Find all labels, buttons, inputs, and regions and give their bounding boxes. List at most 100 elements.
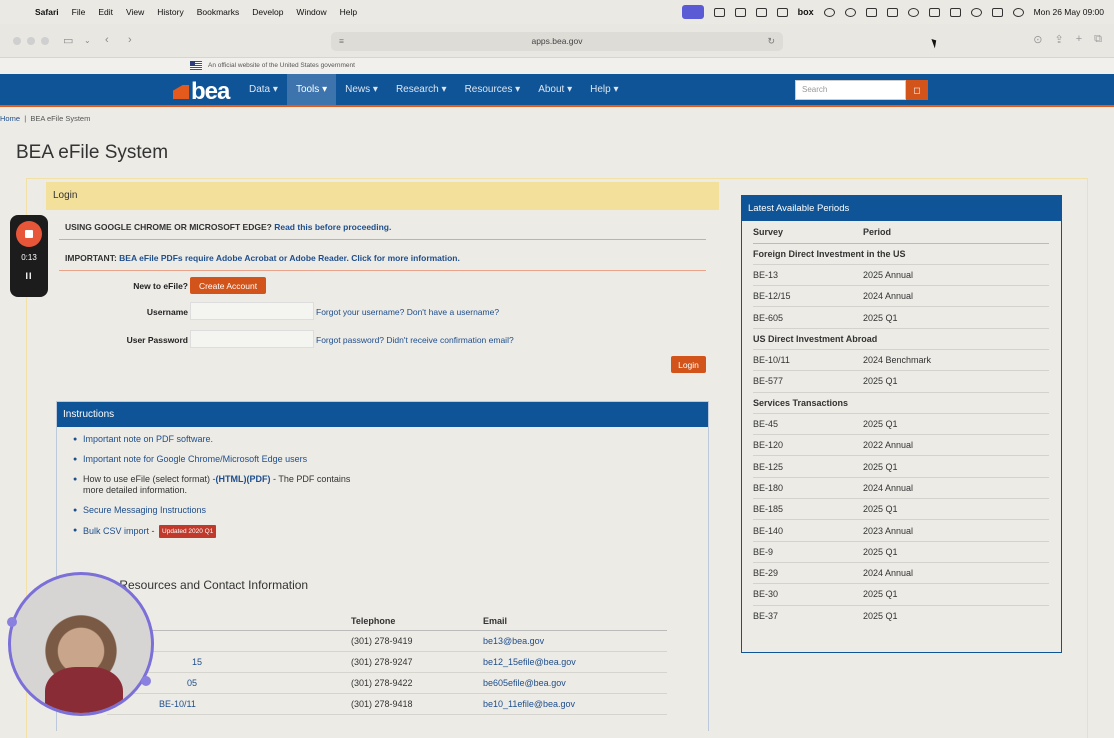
pause-icon[interactable]: II bbox=[10, 271, 48, 281]
share-icon[interactable]: ⇪ bbox=[1054, 33, 1063, 46]
menu-view[interactable]: View bbox=[126, 7, 144, 17]
create-account-button[interactable]: Create Account bbox=[190, 277, 266, 294]
url-text: apps.bea.gov bbox=[531, 36, 583, 46]
menu-bookmarks[interactable]: Bookmarks bbox=[197, 7, 240, 17]
gov-banner-text: An official website of the United States… bbox=[208, 62, 355, 69]
bulk-csv-link[interactable]: Bulk CSV import bbox=[83, 526, 149, 536]
new-tab-icon[interactable]: + bbox=[1076, 33, 1082, 46]
breadcrumb-home[interactable]: Home bbox=[0, 114, 20, 123]
time-machine-icon[interactable] bbox=[844, 7, 856, 17]
nav-help[interactable]: Help ▾ bbox=[581, 74, 627, 105]
screen-mirror-icon[interactable] bbox=[886, 7, 898, 17]
window-controls bbox=[13, 37, 49, 45]
menu-help[interactable]: Help bbox=[340, 7, 357, 17]
zoom-window-button[interactable] bbox=[41, 37, 49, 45]
email-link[interactable]: be605efile@bea.gov bbox=[483, 678, 566, 688]
nav-tools[interactable]: Tools ▾ bbox=[286, 74, 337, 105]
forgot-password-link[interactable]: Forgot password? Didn't receive confirma… bbox=[316, 335, 514, 345]
secure-messaging-link[interactable]: Secure Messaging Instructions bbox=[83, 505, 206, 515]
table-row: BE-29 2024 Annual bbox=[753, 562, 1049, 585]
table-row: BE-577 2025 Q1 bbox=[753, 370, 1049, 393]
search-button[interactable]: ◻ bbox=[906, 80, 928, 100]
survey-link[interactable]: BE-10/11 bbox=[159, 699, 196, 709]
address-bar[interactable]: ≡ apps.bea.gov ↻ bbox=[331, 32, 783, 51]
battery-icon[interactable] bbox=[949, 7, 961, 17]
table-row: 15 (301) 278-9247 be12_15efile@bea.gov bbox=[107, 651, 667, 673]
breadcrumb-separator: | bbox=[22, 114, 29, 123]
webcam-person-image bbox=[45, 667, 123, 713]
app-status-icon[interactable] bbox=[755, 7, 767, 17]
nav-resources[interactable]: Resources ▾ bbox=[456, 74, 530, 105]
username-input[interactable] bbox=[190, 302, 314, 320]
pdf-format-link[interactable]: (PDF) bbox=[247, 474, 271, 484]
downloads-icon[interactable]: ⊙ bbox=[1033, 33, 1042, 46]
control-center-icon[interactable] bbox=[991, 7, 1003, 17]
minimize-window-button[interactable] bbox=[27, 37, 35, 45]
bea-logo[interactable]: bea bbox=[173, 78, 230, 106]
group-row: Services Transactions bbox=[753, 392, 1049, 414]
reload-icon[interactable]: ↻ bbox=[767, 32, 775, 51]
sidebar-icon[interactable]: ▭ bbox=[63, 34, 73, 47]
email-link[interactable]: be13@bea.gov bbox=[483, 636, 544, 646]
periods-panel: Latest Available Periods Survey Period F… bbox=[741, 195, 1062, 653]
notion-icon[interactable] bbox=[776, 7, 788, 17]
chevron-down-icon[interactable]: ⌄ bbox=[84, 36, 91, 45]
adobe-notice-link[interactable]: BEA eFile PDFs require Adobe Acrobat or … bbox=[119, 253, 460, 263]
table-row: BE-125 2025 Q1 bbox=[753, 455, 1049, 478]
webcam-resize-handle[interactable] bbox=[7, 617, 17, 627]
box-icon[interactable]: box bbox=[798, 7, 814, 17]
html-format-link[interactable]: (HTML) bbox=[216, 474, 247, 484]
password-input[interactable] bbox=[190, 330, 314, 348]
airdrop-icon[interactable] bbox=[907, 7, 919, 17]
tab-overview-icon[interactable]: ⧉ bbox=[1094, 33, 1102, 46]
period-column-header: Period bbox=[863, 221, 1049, 244]
webcam-bubble[interactable] bbox=[8, 572, 154, 716]
menu-app-safari[interactable]: Safari bbox=[35, 7, 59, 17]
menu-window[interactable]: Window bbox=[296, 7, 326, 17]
nav-about[interactable]: About ▾ bbox=[529, 74, 581, 105]
nav-research[interactable]: Research ▾ bbox=[387, 74, 456, 105]
menu-file[interactable]: File bbox=[72, 7, 86, 17]
toolbar-right: ⊙ ⇪ + ⧉ bbox=[1033, 33, 1102, 46]
display-icon[interactable] bbox=[865, 7, 877, 17]
forgot-username-link[interactable]: Forgot your username? Don't have a usern… bbox=[316, 307, 499, 317]
forward-icon[interactable]: › bbox=[128, 34, 132, 46]
nav-news[interactable]: News ▾ bbox=[336, 74, 387, 105]
siri-icon[interactable] bbox=[1012, 7, 1024, 17]
close-window-button[interactable] bbox=[13, 37, 21, 45]
sync-icon[interactable] bbox=[734, 7, 746, 17]
survey-link[interactable]: 05 bbox=[187, 678, 197, 688]
screen-record-icon[interactable] bbox=[681, 5, 704, 19]
page-menu-icon[interactable]: ≡ bbox=[339, 32, 344, 51]
menu-history[interactable]: History bbox=[157, 7, 183, 17]
email-link[interactable]: be10_11efile@bea.gov bbox=[483, 699, 575, 709]
table-row: BE-37 2025 Q1 bbox=[753, 610, 898, 621]
back-icon[interactable]: ‹ bbox=[105, 34, 109, 46]
adobe-notice: IMPORTANT: BEA eFile PDFs require Adobe … bbox=[59, 247, 706, 271]
menu-edit[interactable]: Edit bbox=[98, 7, 113, 17]
table-row: BE-30 2025 Q1 bbox=[753, 583, 1049, 606]
gov-banner: An official website of the United States… bbox=[0, 58, 1114, 74]
login-button[interactable]: Login bbox=[671, 356, 706, 373]
table-row: BE-9 2025 Q1 bbox=[753, 541, 1049, 563]
wifi-icon[interactable] bbox=[928, 7, 940, 17]
email-link[interactable]: be12_15efile@bea.gov bbox=[483, 657, 576, 667]
dropbox-icon[interactable] bbox=[713, 7, 725, 17]
clock[interactable]: Mon 26 May 09:00 bbox=[1034, 7, 1104, 17]
chrome-edge-link[interactable]: Important note for Google Chrome/Microso… bbox=[83, 454, 307, 464]
table-row: BE-10/11 (301) 278-9418 be10_11efile@bea… bbox=[107, 693, 667, 715]
browser-toolbar: ▭ ⌄ ‹ › ≡ apps.bea.gov ↻ ⊙ ⇪ + ⧉ bbox=[0, 24, 1114, 58]
stop-recording-button[interactable] bbox=[16, 221, 42, 247]
chrome-notice-link[interactable]: Read this before proceeding. bbox=[274, 222, 391, 232]
pdf-software-link[interactable]: Important note on PDF software. bbox=[83, 434, 213, 444]
table-row: 05 (301) 278-9422 be605efile@bea.gov bbox=[107, 672, 667, 694]
search-input[interactable]: Search bbox=[795, 80, 906, 100]
nav-items: Data ▾ Tools ▾ News ▾ Research ▾ Resourc… bbox=[240, 74, 628, 105]
survey-link[interactable]: 15 bbox=[192, 657, 202, 667]
webcam-resize-handle[interactable] bbox=[141, 676, 151, 686]
menu-develop[interactable]: Develop bbox=[252, 7, 283, 17]
menu-bar: Safari File Edit View History Bookmarks … bbox=[0, 0, 1114, 24]
headphones-icon[interactable] bbox=[823, 7, 835, 17]
spotlight-icon[interactable] bbox=[970, 7, 982, 17]
nav-data[interactable]: Data ▾ bbox=[240, 74, 287, 105]
